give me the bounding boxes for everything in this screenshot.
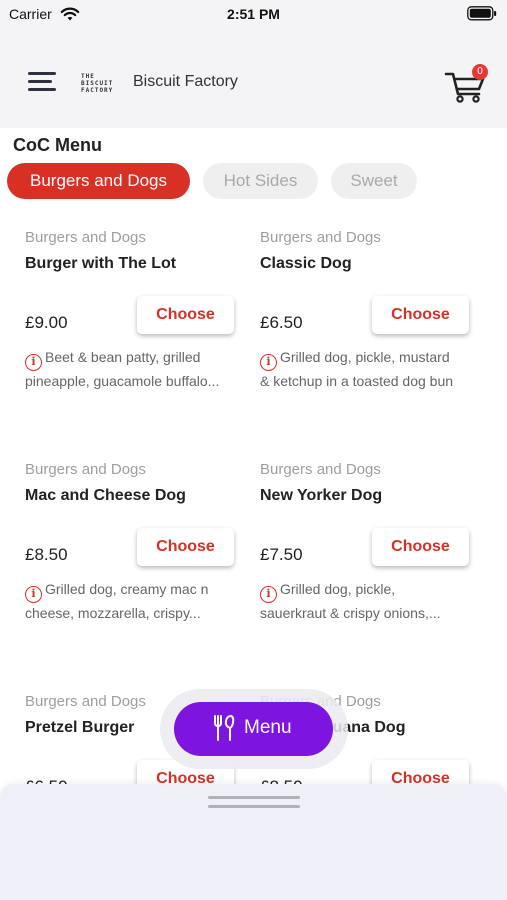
- item-description: i Grilled dog, pickle, mustard & ketchup i…: [260, 349, 454, 389]
- info-icon[interactable]: i: [25, 354, 42, 371]
- item-name: New Yorker Dog: [260, 487, 383, 504]
- menu-item-card[interactable]: Burgers and Dogs Mac and Cheese Dog £8.5…: [25, 461, 240, 681]
- info-icon[interactable]: i: [260, 586, 277, 603]
- brand-logo: THE BISCUIT FACTORY: [81, 73, 114, 94]
- choose-button[interactable]: Choose: [372, 296, 469, 334]
- item-description: i Grilled dog, pickle, sauerkraut & crispy…: [260, 581, 441, 621]
- status-bar: Carrier 2:51 PM: [0, 0, 507, 30]
- fork-knife-icon: [214, 715, 235, 741]
- item-name: Burger with The Lot: [25, 255, 177, 272]
- menu-item-card[interactable]: Burgers and Dogs New Yorker Dog £7.50 Ch…: [260, 461, 475, 681]
- choose-button[interactable]: Choose: [137, 528, 234, 566]
- tab-burgers-and-dogs[interactable]: Burgers and Dogs: [7, 163, 190, 199]
- item-price: £9.00: [25, 313, 68, 332]
- menu-item-card[interactable]: Burgers and Dogs Classic Dog £6.50 Choos…: [260, 229, 475, 449]
- menu-fab-label: Menu: [244, 717, 292, 738]
- item-price: £6.50: [260, 313, 303, 332]
- status-time: 2:51 PM: [227, 6, 280, 22]
- item-category: Burgers and Dogs: [25, 461, 146, 478]
- item-price: £8.50: [25, 545, 68, 564]
- sheet-drag-handle[interactable]: [208, 796, 300, 810]
- item-description: i Beet & bean patty, grilled pineapple, gu…: [25, 349, 220, 389]
- item-category: Burgers and Dogs: [260, 229, 381, 246]
- item-price: £7.50: [260, 545, 303, 564]
- brand-name: Biscuit Factory: [133, 73, 238, 90]
- item-description: i Grilled dog, creamy mac n cheese, mozzar…: [25, 581, 209, 621]
- battery-icon: [467, 6, 497, 21]
- cart-count-badge: 0: [472, 64, 488, 80]
- item-name: Classic Dog: [260, 255, 352, 272]
- bottom-sheet[interactable]: [0, 784, 507, 900]
- page-title: CoC Menu: [13, 135, 102, 155]
- item-name: Mac and Cheese Dog: [25, 487, 186, 504]
- tab-hot-sides[interactable]: Hot Sides: [203, 163, 318, 199]
- item-category: Burgers and Dogs: [25, 693, 146, 710]
- cart-button[interactable]: 0: [443, 64, 489, 104]
- menu-item-card[interactable]: Burgers and Dogs Burger with The Lot £9.…: [25, 229, 240, 449]
- choose-button[interactable]: Choose: [372, 528, 469, 566]
- choose-button[interactable]: Choose: [137, 296, 234, 334]
- tab-sweet[interactable]: Sweet: [331, 163, 417, 199]
- item-category: Burgers and Dogs: [260, 461, 381, 478]
- app-header: THE BISCUIT FACTORY Biscuit Factory 0: [0, 30, 507, 128]
- item-name: Pretzel Burger: [25, 719, 135, 736]
- info-icon[interactable]: i: [260, 354, 277, 371]
- info-icon[interactable]: i: [25, 586, 42, 603]
- item-category: Burgers and Dogs: [25, 229, 146, 246]
- menu-fab-button[interactable]: Menu: [174, 702, 333, 756]
- hamburger-menu-icon[interactable]: [28, 70, 58, 94]
